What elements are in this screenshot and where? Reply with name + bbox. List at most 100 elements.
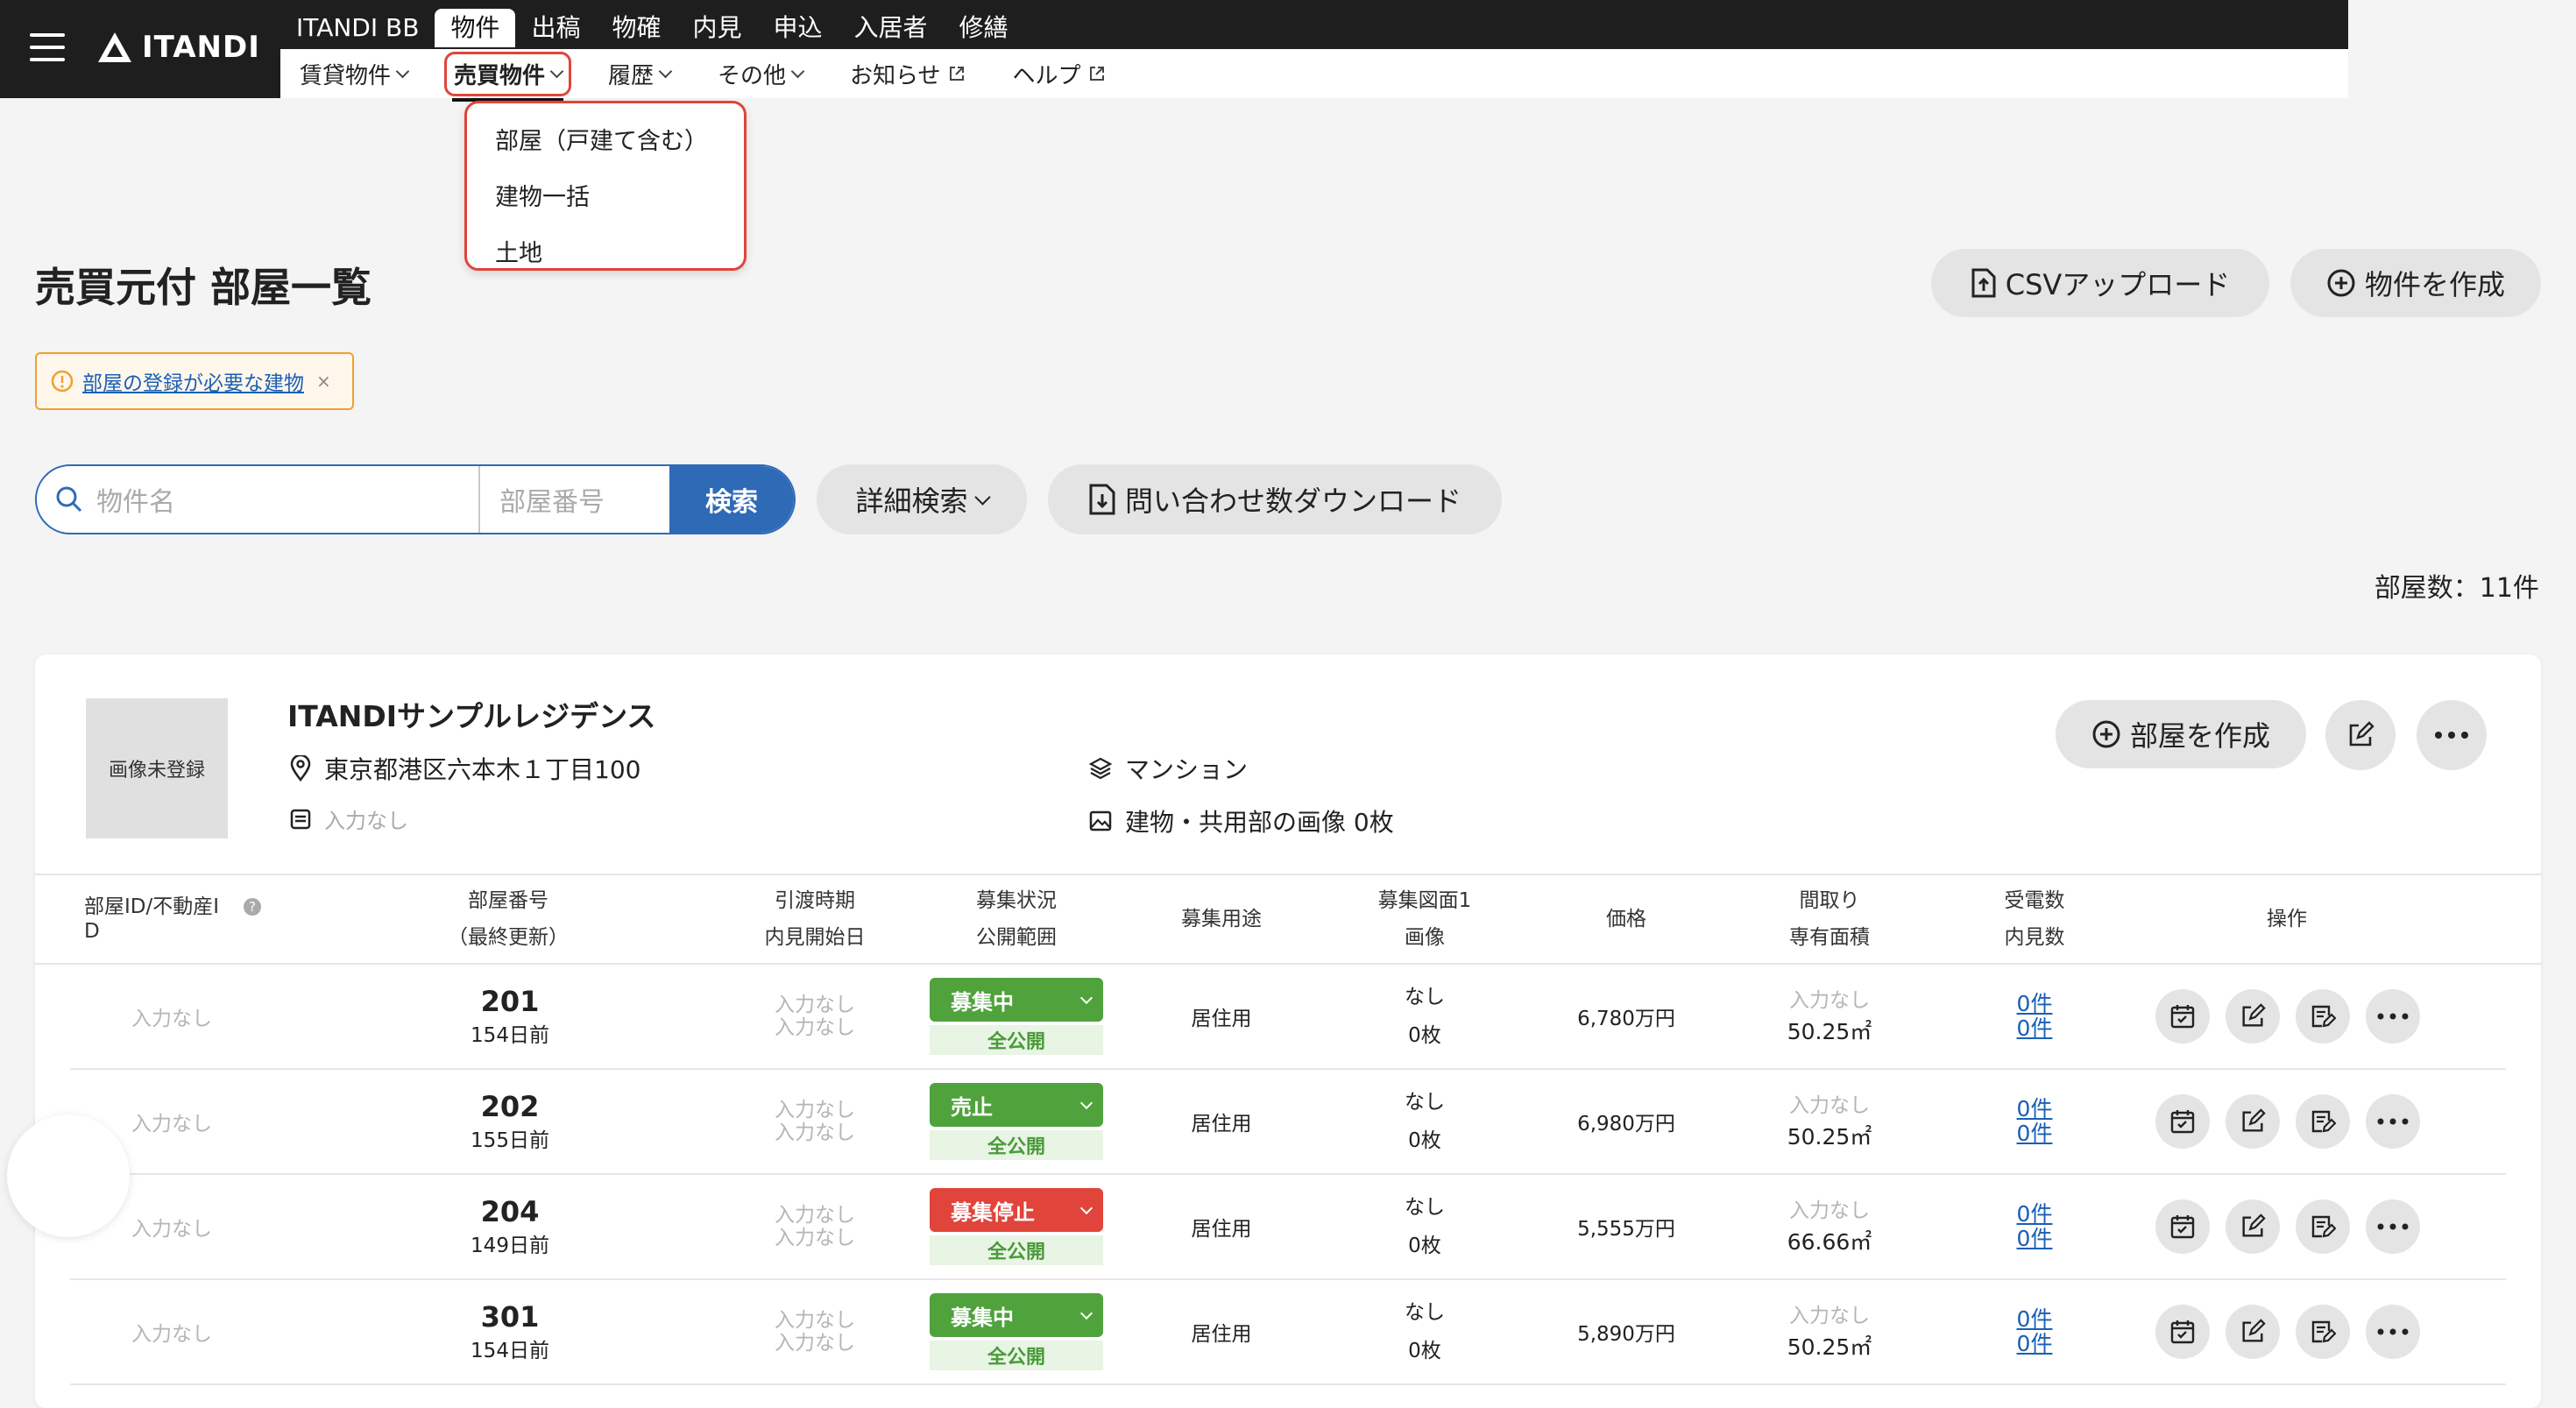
table-row[interactable]: 入力なし 202 155日前 入力なし 入力なし 売止 全公開 居住用 なし 0… bbox=[70, 1070, 2506, 1175]
nav-sales[interactable]: 売買物件 bbox=[444, 51, 572, 102]
cell-status: 募集中 全公開 bbox=[929, 965, 1104, 1068]
table-row[interactable]: 入力なし 201 154日前 入力なし 入力なし 募集中 全公開 居住用 なし … bbox=[70, 965, 2506, 1070]
memo-button[interactable] bbox=[2296, 989, 2350, 1044]
create-property-button[interactable]: 物件を作成 bbox=[2290, 249, 2541, 317]
calls-link[interactable]: 0件 bbox=[2017, 992, 2053, 1016]
top-bar: ITANDI ITANDI BB 物件 出稿 物確 内見 申込 入居者 修繕 賃貸物件 売買物… bbox=[0, 0, 2348, 102]
layout-value: 入力なし bbox=[1789, 989, 1870, 1012]
dropdown-item-land[interactable]: 土地 bbox=[467, 226, 744, 282]
row-more-button[interactable] bbox=[2366, 1199, 2420, 1254]
create-room-button[interactable]: 部屋を作成 bbox=[2056, 700, 2306, 768]
nav-primary-item[interactable]: 物確 bbox=[596, 9, 676, 47]
status-label: 募集中 bbox=[951, 989, 1014, 1015]
edit-room-button[interactable] bbox=[2226, 1305, 2280, 1359]
nav-primary-item[interactable]: ITANDI BB bbox=[280, 9, 435, 47]
search-button[interactable]: 検索 bbox=[669, 466, 794, 533]
nav-sales-label: 売買物件 bbox=[454, 62, 546, 89]
chevron-down-icon bbox=[1079, 991, 1093, 1004]
memo-button[interactable] bbox=[2296, 1199, 2350, 1254]
drawing-images: 0枚 bbox=[1408, 1235, 1441, 1257]
cell-room: 301 154日前 bbox=[370, 1280, 650, 1383]
nav-history[interactable]: 履歴 bbox=[608, 58, 673, 90]
edit-room-button[interactable] bbox=[2226, 1094, 2280, 1149]
calendar-icon bbox=[2170, 1215, 2195, 1239]
scope-badge: 全公開 bbox=[930, 1235, 1103, 1265]
property-name-input[interactable]: 物件名 bbox=[37, 466, 480, 533]
property-memo-text: 入力なし bbox=[324, 809, 408, 833]
table-row[interactable]: 入力なし 301 154日前 入力なし 入力なし 募集中 全公開 居住用 なし … bbox=[70, 1280, 2506, 1385]
table-header: 部屋ID/不動産ID ? 部屋番号 （最終更新） 引渡時期 内見開始日 募集状況 公開… bbox=[35, 874, 2541, 965]
advanced-search-button[interactable]: 詳細検索 bbox=[817, 464, 1027, 534]
row-more-button[interactable] bbox=[2366, 1305, 2420, 1359]
inquiry-download-button[interactable]: 問い合わせ数ダウンロード bbox=[1048, 464, 1502, 534]
nav-other[interactable]: その他 bbox=[718, 58, 805, 90]
csv-upload-button[interactable]: CSVアップロード bbox=[1931, 249, 2269, 317]
row-more-button[interactable] bbox=[2366, 989, 2420, 1044]
schedule-button[interactable] bbox=[2155, 989, 2210, 1044]
edit-room-button[interactable] bbox=[2226, 1199, 2280, 1254]
property-images-text: 建物・共用部の画像 0枚 bbox=[1125, 808, 1394, 837]
status-select[interactable]: 募集停止 bbox=[930, 1188, 1103, 1232]
nav-rental[interactable]: 賃貸物件 bbox=[300, 58, 410, 90]
nav-news[interactable]: お知らせ bbox=[850, 58, 965, 90]
inquiry-download-label: 問い合わせ数ダウンロード bbox=[1124, 485, 1461, 518]
drawing-images: 0枚 bbox=[1408, 1129, 1441, 1152]
header-status-label: 募集状況 bbox=[976, 889, 1057, 912]
row-more-button[interactable] bbox=[2366, 1094, 2420, 1149]
views-link[interactable]: 0件 bbox=[2017, 1016, 2053, 1041]
memo-button[interactable] bbox=[2296, 1094, 2350, 1149]
search-icon bbox=[56, 486, 82, 513]
nav-primary-item[interactable]: 入居者 bbox=[839, 9, 944, 47]
plus-circle-icon bbox=[2327, 269, 2355, 297]
search-box: 物件名 部屋番号 検索 bbox=[35, 464, 796, 534]
nav-help[interactable]: ヘルプ bbox=[1013, 58, 1106, 90]
views-link[interactable]: 0件 bbox=[2017, 1121, 2053, 1146]
schedule-button[interactable] bbox=[2155, 1094, 2210, 1149]
cell-id: 入力なし bbox=[131, 1323, 212, 1346]
room-number[interactable]: 202 bbox=[481, 1090, 540, 1123]
alert-link[interactable]: 部屋の登録が必要な建物 bbox=[82, 366, 304, 396]
nav-primary-item[interactable]: 修繕 bbox=[944, 9, 1024, 47]
schedule-button[interactable] bbox=[2155, 1199, 2210, 1254]
nav-other-label: その他 bbox=[718, 62, 787, 89]
logo[interactable]: ITANDI bbox=[96, 30, 260, 65]
nav-primary-item[interactable]: 出稿 bbox=[515, 9, 596, 47]
status-select[interactable]: 募集中 bbox=[930, 978, 1103, 1022]
schedule-button[interactable] bbox=[2155, 1305, 2210, 1359]
room-number-input[interactable]: 部屋番号 bbox=[480, 466, 669, 533]
edit-property-button[interactable] bbox=[2325, 700, 2396, 770]
help-icon[interactable]: ? bbox=[244, 898, 261, 916]
memo-button[interactable] bbox=[2296, 1305, 2350, 1359]
dropdown-item-building[interactable]: 建物一括 bbox=[467, 170, 744, 226]
floating-chat-bubble[interactable] bbox=[7, 1114, 130, 1237]
layout-value: 入力なし bbox=[1789, 1305, 1870, 1327]
status-select[interactable]: 募集中 bbox=[930, 1293, 1103, 1337]
room-number[interactable]: 201 bbox=[481, 985, 540, 1018]
calls-link[interactable]: 0件 bbox=[2017, 1097, 2053, 1121]
table-row[interactable]: 入力なし 204 149日前 入力なし 入力なし 募集停止 全公開 居住用 なし… bbox=[70, 1175, 2506, 1280]
edit-room-button[interactable] bbox=[2226, 989, 2280, 1044]
views-link[interactable]: 0件 bbox=[2017, 1227, 2053, 1251]
hamburger-menu-icon[interactable] bbox=[30, 33, 65, 61]
property-type-text: マンション bbox=[1125, 755, 1249, 784]
more-options-button[interactable] bbox=[2417, 700, 2487, 770]
nav-rental-label: 賃貸物件 bbox=[300, 62, 392, 89]
status-select[interactable]: 売止 bbox=[930, 1083, 1103, 1127]
logo-text: ITANDI bbox=[142, 30, 260, 65]
status-label: 売止 bbox=[951, 1094, 993, 1120]
room-number[interactable]: 204 bbox=[481, 1195, 540, 1228]
calls-link[interactable]: 0件 bbox=[2017, 1307, 2053, 1332]
nav-primary-item[interactable]: 内見 bbox=[676, 9, 757, 47]
alert-close-icon[interactable]: × bbox=[316, 371, 331, 392]
nav-primary-item[interactable]: 申込 bbox=[758, 9, 839, 47]
views-link[interactable]: 0件 bbox=[2017, 1332, 2053, 1356]
preview-date: 入力なし bbox=[775, 1227, 855, 1249]
nav-primary-item[interactable]: 物件 bbox=[435, 9, 516, 47]
memo-icon bbox=[290, 809, 311, 829]
calls-link[interactable]: 0件 bbox=[2017, 1202, 2053, 1227]
property-name: ITANDIサンプルレジデンス bbox=[287, 699, 656, 733]
scope-badge: 全公開 bbox=[930, 1341, 1103, 1370]
room-number[interactable]: 301 bbox=[481, 1300, 540, 1334]
calendar-icon bbox=[2170, 1320, 2195, 1344]
dropdown-item-room[interactable]: 部屋（戸建て含む） bbox=[467, 114, 744, 170]
